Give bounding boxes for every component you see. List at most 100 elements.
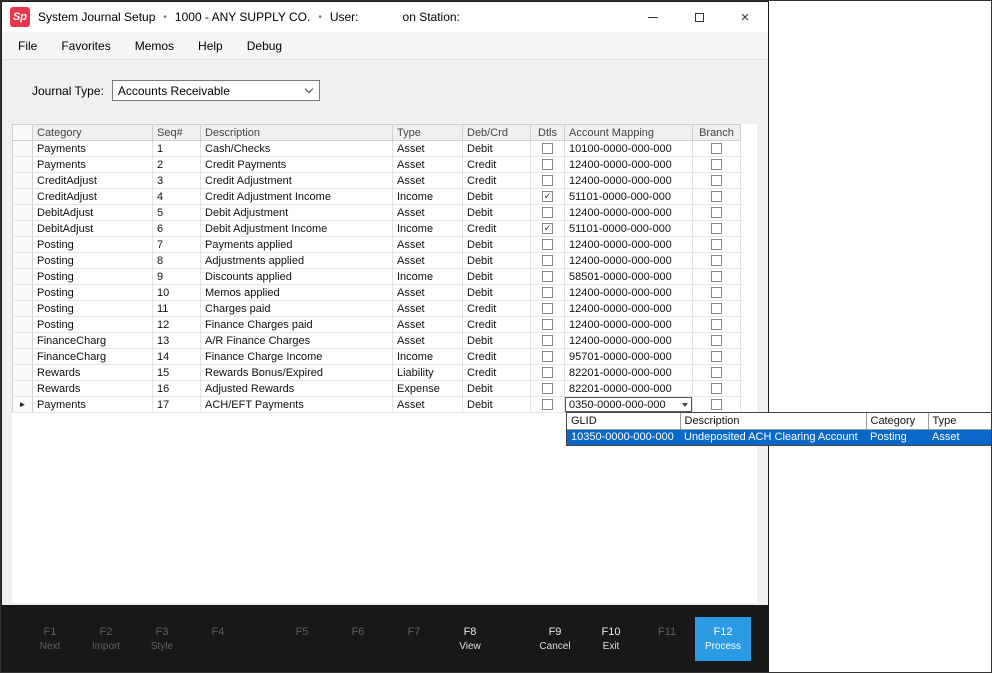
- cell-seq[interactable]: 14: [153, 349, 201, 365]
- grid-row[interactable]: CreditAdjust3Credit AdjustmentAssetCredi…: [13, 173, 741, 189]
- col-header-account-mapping[interactable]: Account Mapping: [565, 125, 693, 141]
- row-selector[interactable]: [13, 301, 33, 317]
- cell-category[interactable]: Rewards: [33, 365, 153, 381]
- cell-account[interactable]: 12400-0000-000-000: [565, 333, 693, 349]
- cell-debcrd[interactable]: Debit: [463, 285, 531, 301]
- dtls-checkbox[interactable]: [542, 159, 553, 170]
- col-header-category[interactable]: Category: [33, 125, 153, 141]
- grid-row[interactable]: ►Payments17ACH/EFT PaymentsAssetDebit035…: [13, 397, 741, 413]
- fnkey-f8[interactable]: F8View: [442, 605, 498, 673]
- row-selector[interactable]: ►: [13, 397, 33, 413]
- cell-category[interactable]: Payments: [33, 157, 153, 173]
- cell-description[interactable]: Adjusted Rewards: [201, 381, 393, 397]
- cell-category[interactable]: Rewards: [33, 381, 153, 397]
- row-selector[interactable]: [13, 269, 33, 285]
- cell-type[interactable]: Asset: [393, 173, 463, 189]
- cell-seq[interactable]: 17: [153, 397, 201, 413]
- row-selector[interactable]: [13, 205, 33, 221]
- cell-debcrd[interactable]: Debit: [463, 397, 531, 413]
- cell-type[interactable]: Asset: [393, 285, 463, 301]
- row-selector[interactable]: [13, 189, 33, 205]
- cell-seq[interactable]: 6: [153, 221, 201, 237]
- cell-description[interactable]: Payments applied: [201, 237, 393, 253]
- cell-description[interactable]: Debit Adjustment: [201, 205, 393, 221]
- col-header-dtls[interactable]: Dtls: [531, 125, 565, 141]
- row-selector[interactable]: [13, 221, 33, 237]
- cell-seq[interactable]: 7: [153, 237, 201, 253]
- dtls-checkbox[interactable]: [542, 351, 553, 362]
- grid-row[interactable]: Posting12Finance Charges paidAssetCredit…: [13, 317, 741, 333]
- lookup-cell-glid[interactable]: 10350-0000-000-000: [567, 429, 680, 445]
- branch-checkbox[interactable]: [711, 143, 722, 154]
- cell-account[interactable]: 12400-0000-000-000: [565, 205, 693, 221]
- menu-item-debug[interactable]: Debug: [247, 39, 282, 53]
- branch-checkbox[interactable]: [711, 399, 722, 410]
- dtls-checkbox[interactable]: [542, 399, 553, 410]
- cell-debcrd[interactable]: Credit: [463, 349, 531, 365]
- cell-type[interactable]: Income: [393, 269, 463, 285]
- dtls-checkbox[interactable]: [542, 287, 553, 298]
- cell-description[interactable]: Discounts applied: [201, 269, 393, 285]
- branch-checkbox[interactable]: [711, 271, 722, 282]
- cell-type[interactable]: Asset: [393, 317, 463, 333]
- row-selector[interactable]: [13, 253, 33, 269]
- cell-account[interactable]: 12400-0000-000-000: [565, 157, 693, 173]
- cell-seq[interactable]: 13: [153, 333, 201, 349]
- cell-type[interactable]: Income: [393, 221, 463, 237]
- fnkey-f6[interactable]: F6: [330, 605, 386, 673]
- cell-account[interactable]: 12400-0000-000-000: [565, 237, 693, 253]
- cell-seq[interactable]: 1: [153, 141, 201, 157]
- row-selector[interactable]: [13, 157, 33, 173]
- dtls-checkbox[interactable]: [542, 271, 553, 282]
- fnkey-f3[interactable]: F3Style: [134, 605, 190, 673]
- col-header-seq-[interactable]: Seq#: [153, 125, 201, 141]
- cell-category[interactable]: Posting: [33, 237, 153, 253]
- cell-category[interactable]: FinanceCharg: [33, 349, 153, 365]
- row-selector[interactable]: [13, 365, 33, 381]
- cell-seq[interactable]: 11: [153, 301, 201, 317]
- close-button[interactable]: ×: [722, 2, 768, 32]
- account-mapping-combo[interactable]: 0350-0000-000-000: [565, 397, 692, 412]
- cell-seq[interactable]: 16: [153, 381, 201, 397]
- cell-category[interactable]: DebitAdjust: [33, 221, 153, 237]
- cell-category[interactable]: DebitAdjust: [33, 205, 153, 221]
- grid-row[interactable]: Rewards15Rewards Bonus/ExpiredLiabilityC…: [13, 365, 741, 381]
- cell-description[interactable]: Memos applied: [201, 285, 393, 301]
- maximize-button[interactable]: [676, 2, 722, 32]
- cell-description[interactable]: Debit Adjustment Income: [201, 221, 393, 237]
- cell-debcrd[interactable]: Debit: [463, 205, 531, 221]
- grid-row[interactable]: FinanceCharg14Finance Charge IncomeIncom…: [13, 349, 741, 365]
- cell-description[interactable]: Adjustments applied: [201, 253, 393, 269]
- cell-debcrd[interactable]: Debit: [463, 189, 531, 205]
- cell-debcrd[interactable]: Credit: [463, 221, 531, 237]
- cell-seq[interactable]: 12: [153, 317, 201, 333]
- fnkey-f1[interactable]: F1Next: [22, 605, 78, 673]
- branch-checkbox[interactable]: [711, 303, 722, 314]
- col-header-deb-crd[interactable]: Deb/Crd: [463, 125, 531, 141]
- lookup-cell-type[interactable]: Asset: [928, 429, 991, 445]
- cell-type[interactable]: Asset: [393, 141, 463, 157]
- menu-item-favorites[interactable]: Favorites: [61, 39, 110, 53]
- cell-account[interactable]: 82201-0000-000-000: [565, 381, 693, 397]
- cell-type[interactable]: Asset: [393, 333, 463, 349]
- cell-account[interactable]: 12400-0000-000-000: [565, 317, 693, 333]
- cell-type[interactable]: Income: [393, 189, 463, 205]
- menu-item-file[interactable]: File: [18, 39, 37, 53]
- cell-account[interactable]: 82201-0000-000-000: [565, 365, 693, 381]
- dtls-checkbox[interactable]: [542, 335, 553, 346]
- cell-account[interactable]: 12400-0000-000-000: [565, 301, 693, 317]
- cell-category[interactable]: CreditAdjust: [33, 189, 153, 205]
- cell-description[interactable]: Credit Payments: [201, 157, 393, 173]
- branch-checkbox[interactable]: [711, 223, 722, 234]
- cell-seq[interactable]: 3: [153, 173, 201, 189]
- cell-account[interactable]: 12400-0000-000-000: [565, 173, 693, 189]
- col-header-type[interactable]: Type: [393, 125, 463, 141]
- cell-seq[interactable]: 2: [153, 157, 201, 173]
- fnkey-f4[interactable]: F4: [190, 605, 246, 673]
- branch-checkbox[interactable]: [711, 383, 722, 394]
- cell-type[interactable]: Asset: [393, 253, 463, 269]
- cell-debcrd[interactable]: Debit: [463, 237, 531, 253]
- cell-description[interactable]: A/R Finance Charges: [201, 333, 393, 349]
- row-selector[interactable]: [13, 349, 33, 365]
- row-selector[interactable]: [13, 317, 33, 333]
